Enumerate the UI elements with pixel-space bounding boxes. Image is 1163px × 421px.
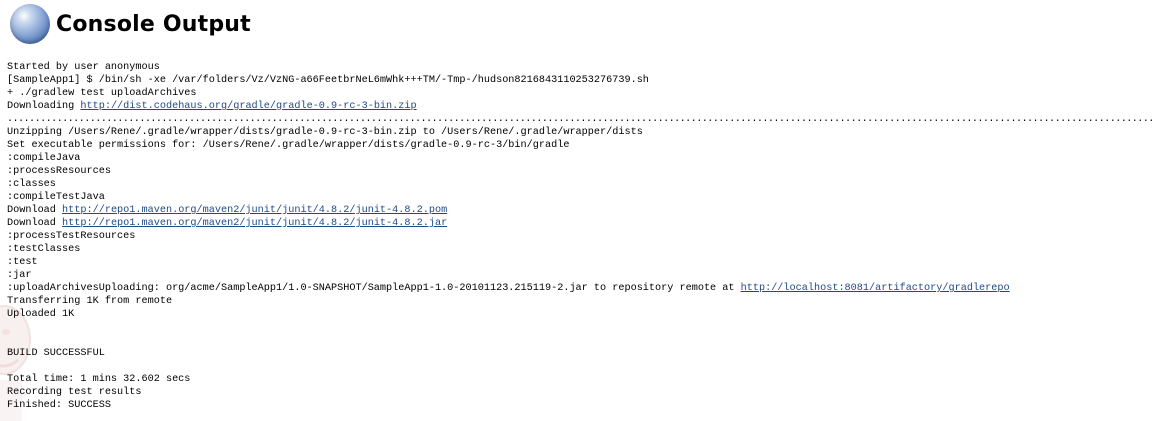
console-line: + ./gradlew test uploadArchives [7,87,1154,100]
console-line: Recording test results [7,386,1154,399]
console-line-text: :test [7,257,38,268]
console-line-text: Finished: SUCCESS [7,400,111,411]
console-line: :test [7,256,1154,269]
console-line-text: Downloading [7,101,81,112]
console-line-text: ........................................… [7,114,1154,125]
console-line-text: :compileJava [7,153,81,164]
console-line: :processTestResources [7,230,1154,243]
console-line: :compileTestJava [7,191,1154,204]
console-line: Download http://repo1.maven.org/maven2/j… [7,204,1154,217]
console-line-text: :processTestResources [7,231,136,242]
console-line: :processResources [7,165,1154,178]
console-line: Unzipping /Users/Rene/.gradle/wrapper/di… [7,126,1154,139]
page-title: Console Output [56,11,251,37]
console-line: :jar [7,269,1154,282]
console-line-text: Set executable permissions for: /Users/R… [7,140,570,151]
console-line: BUILD SUCCESSFUL [7,347,1154,360]
console-line-text: :jar [7,270,32,281]
console-link[interactable]: http://localhost:8081/artifactory/gradle… [741,283,1010,294]
console-line-text: Started by user anonymous [7,62,160,73]
console-line-text: [SampleApp1] $ /bin/sh -xe /var/folders/… [7,75,649,86]
console-line-text: Download [7,218,63,229]
console-output: Started by user anonymous [SampleApp1] $ … [7,61,1154,412]
console-line-text: Download [7,205,63,216]
console-line-text: BUILD SUCCESSFUL [7,348,105,359]
console-line: Transferring 1K from remote [7,295,1154,308]
console-line-text: Transferring 1K from remote [7,296,173,307]
console-line-text: + ./gradlew test uploadArchives [7,88,197,99]
console-globe-icon [10,4,50,44]
console-line-text: Total time: 1 mins 32.602 secs [7,374,191,385]
console-line-text: :testClasses [7,244,81,255]
console-line-text: Uploaded 1K [7,309,75,320]
console-line-text: Unzipping /Users/Rene/.gradle/wrapper/di… [7,127,643,138]
console-line-text: :compileTestJava [7,192,105,203]
console-line-text: :uploadArchivesUploading: org/acme/Sampl… [7,283,741,294]
console-line: Total time: 1 mins 32.602 secs [7,373,1154,386]
console-line: [SampleApp1] $ /bin/sh -xe /var/folders/… [7,74,1154,87]
console-line: :uploadArchivesUploading: org/acme/Sampl… [7,282,1154,295]
console-line: :testClasses [7,243,1154,256]
console-line: Started by user anonymous [7,61,1154,74]
console-line-text: Recording test results [7,387,142,398]
console-line: Finished: SUCCESS [7,399,1154,412]
page-header: Console Output [10,4,251,44]
console-line: :compileJava [7,152,1154,165]
console-link[interactable]: http://repo1.maven.org/maven2/junit/juni… [62,218,447,229]
console-line-text: :processResources [7,166,111,177]
console-line: :classes [7,178,1154,191]
console-line-text: :classes [7,179,56,190]
console-line: Downloading http://dist.codehaus.org/gra… [7,100,1154,113]
console-line: ........................................… [7,113,1154,126]
console-link[interactable]: http://repo1.maven.org/maven2/junit/juni… [62,205,447,216]
console-line: Uploaded 1K [7,308,1154,321]
console-link[interactable]: http://dist.codehaus.org/gradle/gradle-0… [80,101,416,112]
console-line: Set executable permissions for: /Users/R… [7,139,1154,152]
console-line: Download http://repo1.maven.org/maven2/j… [7,217,1154,230]
